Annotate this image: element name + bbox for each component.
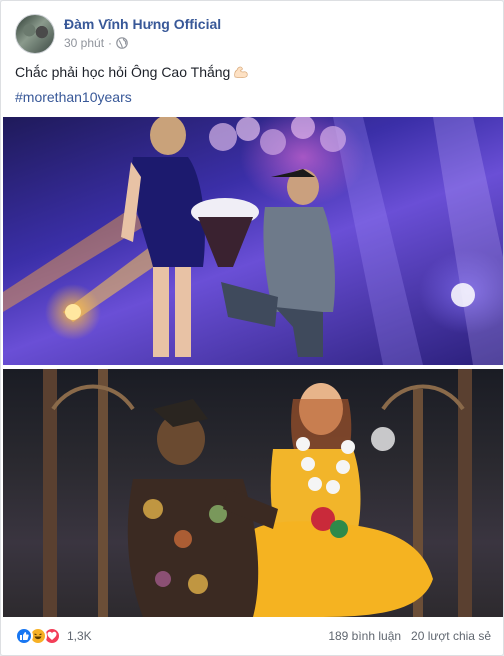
post-photo-1[interactable] <box>3 117 503 365</box>
post-subtitle: 30 phút · <box>64 35 221 51</box>
post-header: Đàm Vĩnh Hưng Official 30 phút · <box>15 14 221 56</box>
post-timestamp[interactable]: 30 phút <box>64 35 104 51</box>
flexed-biceps-icon <box>233 65 249 79</box>
like-icon <box>15 627 33 645</box>
reactions-summary[interactable]: 1,3K <box>15 627 92 645</box>
post-text: Chắc phải học hỏi Ông Cao Thắng <box>15 63 249 82</box>
post-footer: 1,3K 189 bình luận 20 lượt chia sẻ <box>15 625 491 647</box>
reaction-count: 1,3K <box>67 629 92 643</box>
post-meta: Đàm Vĩnh Hưng Official 30 phút · <box>64 15 221 56</box>
post-text-body: Chắc phải học hỏi Ông Cao Thắng <box>15 64 231 80</box>
comments-count-link[interactable]: 189 bình luận <box>328 629 401 643</box>
stage-scene-1 <box>3 117 503 365</box>
page-name-link[interactable]: Đàm Vĩnh Hưng Official <box>64 15 221 33</box>
hashtag-link[interactable]: #morethan10years <box>15 88 132 107</box>
separator-dot: · <box>108 36 113 50</box>
globe-icon[interactable] <box>116 37 128 49</box>
shares-count-link[interactable]: 20 lượt chia sẻ <box>411 629 491 643</box>
stage-scene-2 <box>43 369 472 617</box>
post-photo-2[interactable] <box>3 369 503 617</box>
engagement-stats: 189 bình luận 20 lượt chia sẻ <box>328 629 491 643</box>
page-avatar[interactable] <box>15 14 55 54</box>
feed-post: Đàm Vĩnh Hưng Official 30 phút · Chắc ph… <box>0 0 504 656</box>
